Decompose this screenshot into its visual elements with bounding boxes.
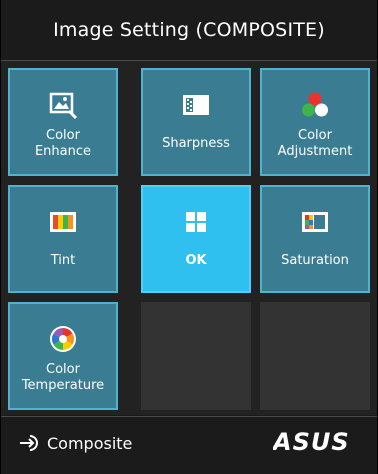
osd-screen: Image Setting (COMPOSITE) Color Enhance [1, 0, 377, 474]
footer-bar: Composite ASUS [1, 416, 377, 474]
tile-label-line1: Color [46, 362, 80, 377]
tile-label-line1: Color [298, 128, 332, 143]
tint-icon [49, 207, 77, 237]
image-enhance-icon [48, 90, 78, 120]
page-title: Image Setting (COMPOSITE) [1, 0, 377, 61]
page-title-text: Image Setting (COMPOSITE) [53, 19, 325, 41]
tile-sharpness[interactable]: Sharpness [141, 68, 251, 176]
grid-ok-icon [184, 207, 208, 237]
tile-color-enhance[interactable]: Color Enhance [8, 68, 118, 176]
saturation-icon [301, 207, 329, 237]
tile-color-temperature[interactable]: Color Temperature [8, 302, 118, 410]
tile-color-adjustment[interactable]: Color Adjustment [260, 68, 370, 176]
asus-logo: ASUS [271, 428, 359, 457]
tile-label-line1: Sharpness [162, 136, 230, 151]
rgb-circles-icon [300, 90, 330, 120]
tile-empty [141, 302, 251, 410]
menu-grid: Color Enhance Sharpness Color Adjustment… [1, 61, 377, 415]
asus-logo-text: ASUS [273, 429, 350, 453]
color-wheel-icon [48, 324, 78, 354]
input-source-icon [20, 435, 38, 451]
input-source-label: Composite [47, 433, 133, 453]
tile-saturation[interactable]: Saturation [260, 185, 370, 293]
tile-tint[interactable]: Tint [8, 185, 118, 293]
tile-label-line2: Temperature [21, 378, 105, 393]
tile-label-line1: OK [185, 253, 207, 268]
tile-label-line1: Color [46, 128, 80, 143]
tile-label-line2: Adjustment [277, 144, 353, 159]
tile-empty [260, 302, 370, 410]
tile-label-line2: Enhance [34, 144, 92, 159]
tile-label-line1: Saturation [281, 253, 349, 268]
tile-label-line1: Tint [50, 253, 76, 268]
tile-ok[interactable]: OK [141, 185, 251, 293]
input-source: Composite [19, 433, 132, 453]
sharpness-icon [182, 90, 210, 120]
